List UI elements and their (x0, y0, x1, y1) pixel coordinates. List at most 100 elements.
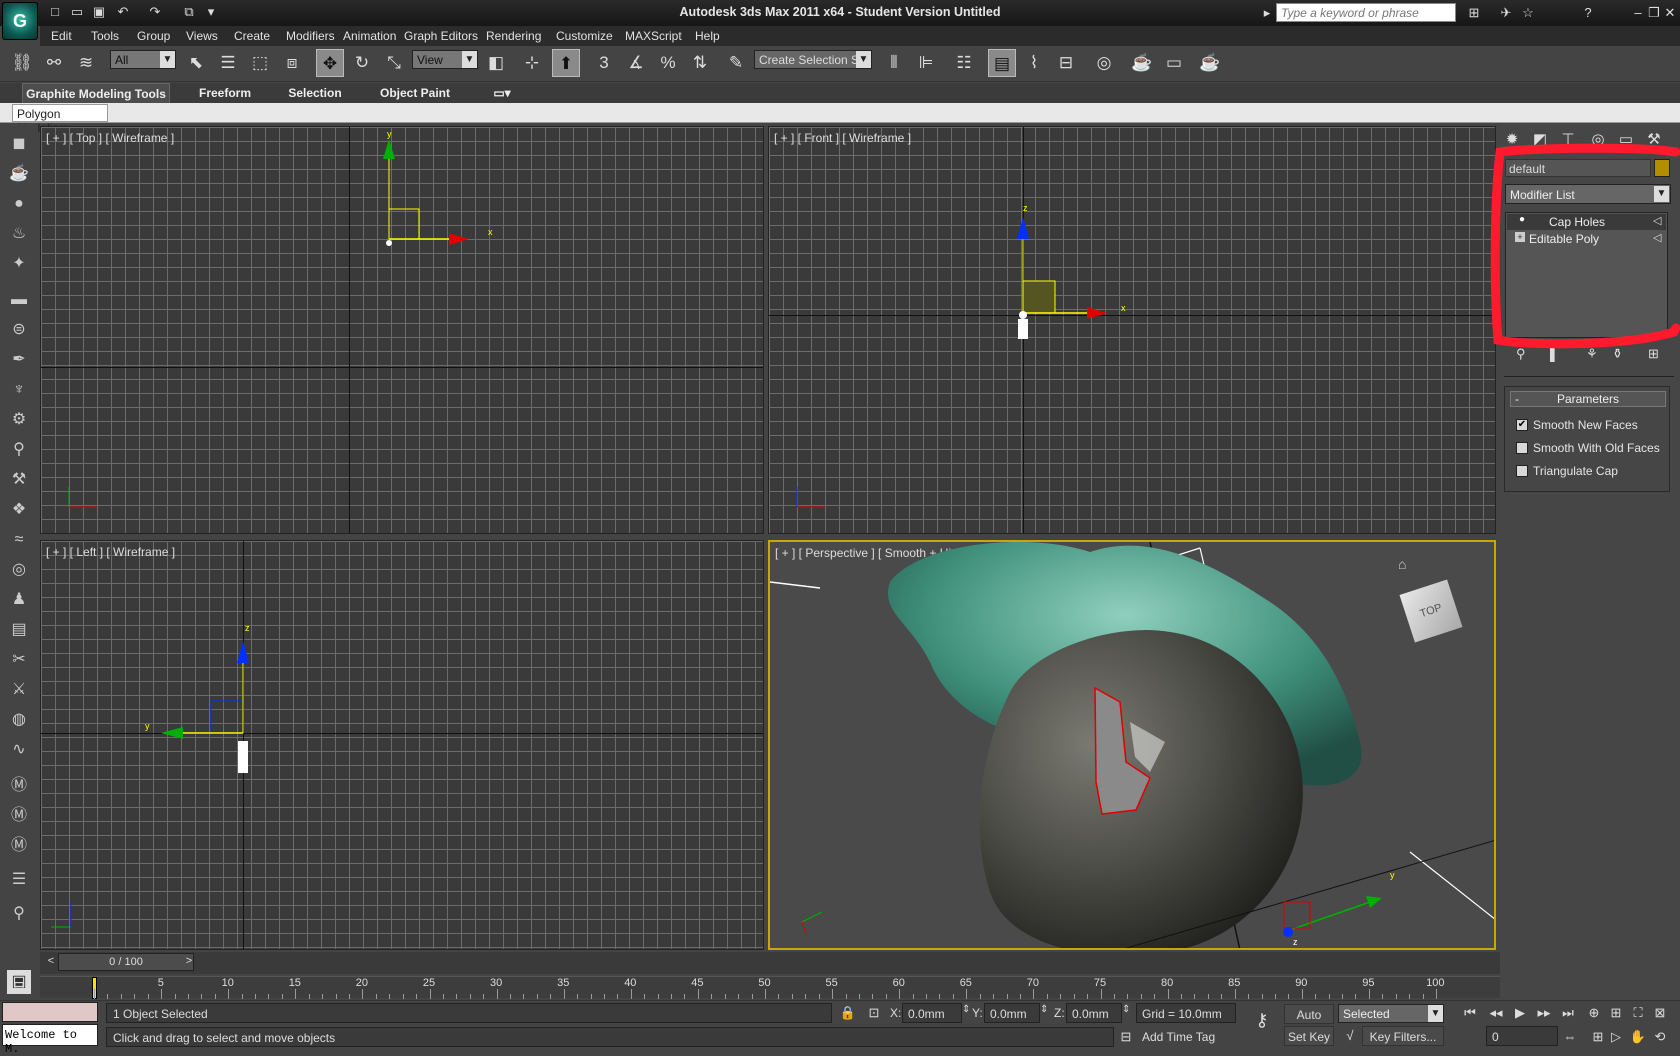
play-icon[interactable]: ▶ (1510, 1003, 1530, 1023)
selection-filter-dropdown[interactable]: All ▼ (110, 50, 176, 69)
viewport-label-front[interactable]: [ + ] [ Front ] [ Wireframe ] (774, 131, 911, 145)
z-coordinate-field[interactable]: 0.0mm (1066, 1003, 1122, 1023)
rope-icon[interactable]: ∿ (7, 738, 31, 762)
zoom-extents-all-icon[interactable]: ⊠ (1650, 1003, 1670, 1023)
key-filters-button[interactable]: Key Filters... (1362, 1026, 1444, 1046)
snaps-toggle-icon[interactable]: 3 (590, 49, 618, 77)
select-object-icon[interactable]: ⬉ (182, 49, 210, 77)
rectangular-selection-icon[interactable]: ⬚ (246, 49, 274, 77)
next-frame-icon[interactable]: > (182, 955, 196, 971)
pen-icon[interactable]: ✒ (7, 348, 31, 372)
absolute-mode-icon[interactable]: ⊡ (864, 1003, 884, 1023)
menu-views[interactable]: Views (186, 29, 218, 43)
key-icon[interactable]: ⚷ (1244, 1010, 1280, 1034)
menu-group[interactable]: Group (137, 29, 170, 43)
menu-maxscript[interactable]: MAXScript (625, 29, 682, 43)
move-gizmo-front[interactable] (999, 197, 1119, 357)
paint-icon[interactable]: ✂ (7, 648, 31, 672)
brush-icon[interactable]: ♆ (7, 378, 31, 402)
cloth-icon[interactable]: ❖ (7, 498, 31, 522)
menu-graph-editors[interactable]: Graph Editors (404, 29, 478, 43)
rendered-frame-window-icon[interactable]: ▭ (1160, 49, 1188, 77)
edit-named-selection-icon[interactable]: ✎ (722, 49, 750, 77)
communication-center-icon[interactable]: ✈ (1496, 3, 1516, 23)
render-production-icon[interactable]: ☕ (1196, 49, 1224, 77)
named-selection-dropdown[interactable]: Create Selection Se ▼ (754, 50, 872, 69)
select-and-scale-icon[interactable]: ⤡ (380, 49, 408, 77)
graphite-toggle-icon[interactable]: ▤ (988, 49, 1016, 77)
smooth-new-faces-checkbox[interactable]: ✔ (1516, 419, 1528, 431)
star-icon[interactable]: ✦ (7, 252, 31, 276)
expand-arrow-icon[interactable]: ▸ (1260, 3, 1274, 23)
viewport-front[interactable]: [ + ] [ Front ] [ Wireframe ] z x (768, 126, 1496, 534)
move-gizmo[interactable] (321, 127, 501, 257)
field-of-view-icon[interactable]: ▷ (1606, 1027, 1626, 1047)
pin-icon[interactable]: ⚲ (7, 438, 31, 462)
zoom-icon[interactable]: ⚲ (7, 902, 31, 926)
menu-edit[interactable]: Edit (51, 29, 72, 43)
material-m3-icon[interactable]: Ⓜ (7, 834, 31, 858)
viewport-label-left[interactable]: [ + ] [ Left ] [ Wireframe ] (46, 545, 175, 559)
viewport-left[interactable]: [ + ] [ Left ] [ Wireframe ] z y (40, 540, 764, 950)
spinner-icon[interactable]: ⇕ (1040, 1004, 1048, 1015)
object-icon[interactable]: ◼ (7, 132, 31, 156)
lamp-icon[interactable]: ♨ (7, 222, 31, 246)
tab-graphite-modeling-tools[interactable]: Graphite Modeling Tools (22, 83, 170, 103)
percent-snap-icon[interactable]: % (654, 49, 682, 77)
maxscript-mini-listener[interactable]: Welcome to M. (2, 1024, 98, 1056)
spinner-icon[interactable]: ⇕ (962, 1004, 970, 1015)
viewport-label-top[interactable]: [ + ] [ Top ] [ Wireframe ] (46, 131, 174, 145)
sphere-icon[interactable]: ● (7, 192, 31, 216)
lock-selection-icon[interactable]: 🔒 (838, 1003, 858, 1023)
auto-key-button[interactable]: Auto Key (1284, 1004, 1334, 1042)
material-m-icon[interactable]: Ⓜ (7, 774, 31, 798)
y-coordinate-field[interactable]: 0.0mm (984, 1003, 1040, 1023)
list-icon[interactable]: ☰ (7, 868, 31, 892)
select-and-move-icon[interactable]: ✥ (316, 49, 344, 77)
smooth-with-old-faces-checkbox[interactable] (1516, 442, 1528, 454)
x-coordinate-field[interactable]: 0.0mm (902, 1003, 962, 1023)
app-logo-icon[interactable]: G (2, 2, 38, 40)
ribbon-options-icon[interactable]: ▭▾ (488, 83, 516, 103)
globe-icon[interactable]: ◍ (7, 708, 31, 732)
teapot-icon[interactable]: ☕ (7, 162, 31, 186)
zoom-icon[interactable]: ⊕ (1584, 1003, 1604, 1023)
menu-help[interactable]: Help (695, 29, 720, 43)
key-mode-toggle-icon[interactable]: ⇔ (1560, 1027, 1580, 1047)
triangulate-cap-checkbox[interactable] (1516, 465, 1528, 477)
tab-polygon-modeling[interactable]: Polygon Modeling (12, 104, 108, 135)
go-to-start-icon[interactable]: ⏮ (1460, 1003, 1480, 1023)
gear-icon[interactable]: ⚙ (7, 408, 31, 432)
add-time-tag-label[interactable]: Add Time Tag (1142, 1030, 1215, 1044)
angle-snap-icon[interactable]: ∡ (622, 49, 650, 77)
parameters-rollout-header[interactable]: - Parameters (1510, 391, 1666, 407)
mini-curve-editor-icon[interactable]: ⊟ (0, 972, 38, 1000)
ring-icon[interactable]: ◎ (7, 558, 31, 582)
orbit-icon[interactable]: ⟲ (1650, 1027, 1670, 1047)
select-by-name-icon[interactable]: ☰ (214, 49, 242, 77)
waves-icon[interactable]: ≈ (7, 528, 31, 552)
use-pivot-center-icon[interactable]: ◧ (482, 49, 510, 77)
viewport-top[interactable]: [ + ] [ Top ] [ Wireframe ] x y (40, 126, 764, 534)
search-input[interactable]: Type a keyword or phrase (1276, 3, 1456, 22)
menu-modifiers[interactable]: Modifiers (286, 29, 335, 43)
home-icon[interactable]: ⌂ (1398, 556, 1406, 572)
menu-rendering[interactable]: Rendering (486, 29, 541, 43)
previous-key-icon[interactable]: ◂◂ (1486, 1003, 1506, 1023)
spinner-snap-icon[interactable]: ⇅ (686, 49, 714, 77)
keyboard-shortcut-override-icon[interactable]: ⬆ (552, 49, 580, 77)
binoculars-icon[interactable]: ⊞ (1464, 3, 1484, 23)
material-editor-icon[interactable]: ◎ (1090, 49, 1118, 77)
rock-model[interactable] (770, 542, 1496, 950)
cylinder-icon[interactable]: ⊜ (7, 318, 31, 342)
material-m2-icon[interactable]: Ⓜ (7, 804, 31, 828)
pan-icon[interactable]: ✋ (1628, 1027, 1648, 1047)
go-to-end-icon[interactable]: ⏭ (1558, 1003, 1578, 1023)
previous-frame-icon[interactable]: < (44, 955, 58, 971)
zoom-extents-icon[interactable]: ⛶ (1628, 1003, 1648, 1023)
spinner-icon[interactable]: ⇕ (1122, 1004, 1130, 1015)
close-icon[interactable]: ✕ (1660, 3, 1680, 23)
time-tag-icon[interactable]: ⊟ (1116, 1027, 1136, 1047)
zoom-all-icon[interactable]: ⊞ (1606, 1003, 1626, 1023)
select-and-manipulate-icon[interactable]: ⊹ (518, 49, 546, 77)
